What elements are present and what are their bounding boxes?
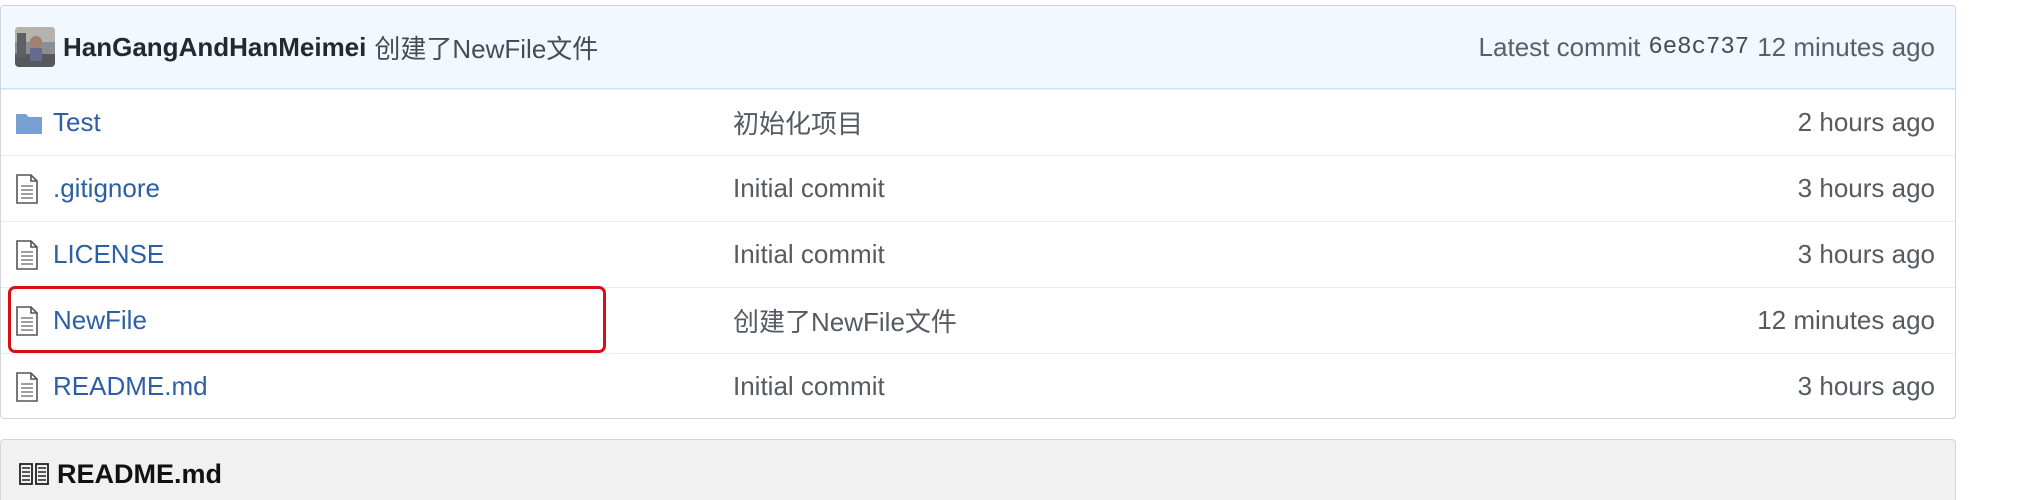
table-row[interactable]: README.md Initial commit 3 hours ago (1, 353, 1955, 418)
file-age: 12 minutes ago (1757, 305, 1935, 335)
readme-title: README.md (57, 458, 223, 489)
file-link-newfile[interactable]: NewFile (53, 305, 147, 335)
file-age: 3 hours ago (1797, 239, 1935, 269)
latest-commit-label: Latest commit (1478, 31, 1641, 62)
folder-icon (1, 111, 53, 135)
file-text-icon (1, 173, 53, 204)
commit-sha-link[interactable]: 6e8c737 (1648, 34, 1749, 61)
commit-age: 12 minutes ago (1757, 31, 1935, 62)
commit-meta: Latest commit 6e8c737 12 minutes ago (1479, 32, 1935, 63)
avatar[interactable] (15, 27, 55, 67)
table-row[interactable]: NewFile 创建了NewFile文件 12 minutes ago (1, 287, 1955, 353)
file-commit-message[interactable]: 创建了NewFile文件 (733, 302, 1533, 339)
latest-commit-bar: HanGangAndHanMeimei 创建了NewFile文件 Latest … (1, 6, 1955, 89)
readme-header: README.md (0, 439, 1956, 500)
file-age: 3 hours ago (1797, 173, 1935, 203)
file-link-test[interactable]: Test (53, 107, 101, 137)
file-commit-message[interactable]: 初始化项目 (733, 104, 1533, 141)
file-commit-message[interactable]: Initial commit (733, 371, 1533, 402)
repository-file-browser: HanGangAndHanMeimei 创建了NewFile文件 Latest … (0, 0, 2036, 500)
file-text-icon (1, 371, 53, 402)
table-row[interactable]: LICENSE Initial commit 3 hours ago (1, 221, 1955, 287)
file-commit-message[interactable]: Initial commit (733, 173, 1533, 204)
book-icon (19, 463, 49, 485)
file-link-readme[interactable]: README.md (53, 371, 208, 401)
file-link-gitignore[interactable]: .gitignore (53, 173, 160, 203)
file-link-license[interactable]: LICENSE (53, 239, 164, 269)
file-text-icon (1, 305, 53, 336)
file-commit-message[interactable]: Initial commit (733, 239, 1533, 270)
file-text-icon (1, 239, 53, 270)
file-age: 2 hours ago (1797, 107, 1935, 137)
file-navigation-table: HanGangAndHanMeimei 创建了NewFile文件 Latest … (0, 5, 1956, 419)
commit-author-link[interactable]: HanGangAndHanMeimei (63, 32, 366, 63)
file-age: 3 hours ago (1797, 371, 1935, 401)
commit-message-link[interactable]: 创建了NewFile文件 (374, 29, 598, 66)
table-row[interactable]: Test 初始化项目 2 hours ago (1, 89, 1955, 155)
table-row[interactable]: .gitignore Initial commit 3 hours ago (1, 155, 1955, 221)
